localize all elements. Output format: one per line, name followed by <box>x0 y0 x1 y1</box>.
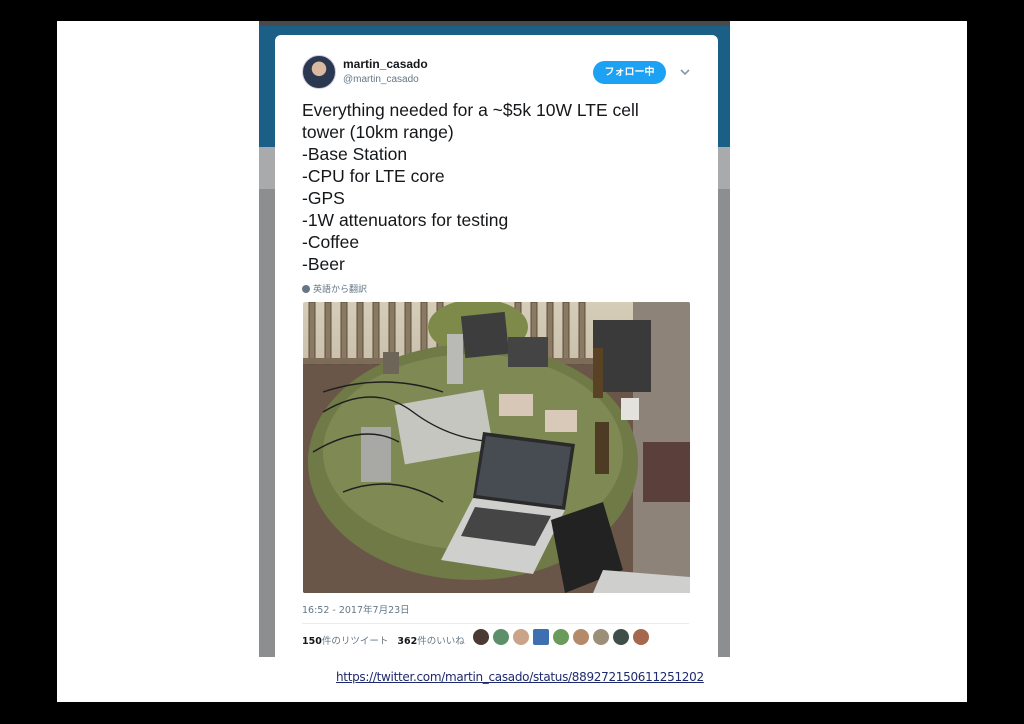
globe-icon <box>302 285 310 293</box>
tweet-text-line: tower (10km range) <box>302 122 454 142</box>
liker-avatar[interactable] <box>613 629 629 645</box>
avatar[interactable] <box>302 55 336 89</box>
tweet-text-line: -Coffee <box>302 232 360 252</box>
liker-avatar[interactable] <box>513 629 529 645</box>
twitter-page-screenshot: martin_casado @martin_casado フォロー中 Every… <box>259 21 730 657</box>
tweet-text-line: -CPU for LTE core <box>302 166 445 186</box>
translate-label: 英語から翻訳 <box>313 285 368 295</box>
chevron-down-icon[interactable] <box>678 65 692 79</box>
translate-link[interactable]: 英語から翻訳 <box>302 282 367 295</box>
tweet-stats: 150件のリツイート 362件のいいね <box>302 633 465 647</box>
following-button[interactable]: フォロー中 <box>593 61 666 84</box>
tweet-text: Everything needed for a ~$5k 10W LTE cel… <box>302 99 702 275</box>
liker-avatar[interactable] <box>533 629 549 645</box>
slide: martin_casado @martin_casado フォロー中 Every… <box>57 21 967 702</box>
liker-avatar[interactable] <box>633 629 649 645</box>
tweet-photo[interactable] <box>303 302 690 593</box>
divider <box>302 623 689 624</box>
like-count[interactable]: 362 <box>397 636 417 647</box>
tweet-card: martin_casado @martin_casado フォロー中 Every… <box>275 35 718 657</box>
retweet-count[interactable]: 150 <box>302 636 322 647</box>
tweet-text-line: -Base Station <box>302 144 408 164</box>
user-handle[interactable]: @martin_casado <box>343 74 419 85</box>
like-label[interactable]: 件のいいね <box>417 636 465 647</box>
liker-avatar[interactable] <box>493 629 509 645</box>
tweet-text-line: -GPS <box>302 188 345 208</box>
liker-avatar[interactable] <box>593 629 609 645</box>
tweet-timestamp[interactable]: 16:52 - 2017年7月23日 <box>302 602 410 616</box>
liker-avatar[interactable] <box>573 629 589 645</box>
tweet-text-line: -1W attenuators for testing <box>302 210 509 230</box>
display-name[interactable]: martin_casado <box>343 57 428 71</box>
retweet-label[interactable]: 件のリツイート <box>322 636 389 647</box>
tweet-text-line: Everything needed for a ~$5k 10W LTE cel… <box>302 100 639 120</box>
tweet-url-link[interactable]: https://twitter.com/martin_casado/status… <box>336 670 704 684</box>
liker-avatar[interactable] <box>473 629 489 645</box>
tweet-text-line: -Beer <box>302 254 345 274</box>
liker-avatar[interactable] <box>553 629 569 645</box>
